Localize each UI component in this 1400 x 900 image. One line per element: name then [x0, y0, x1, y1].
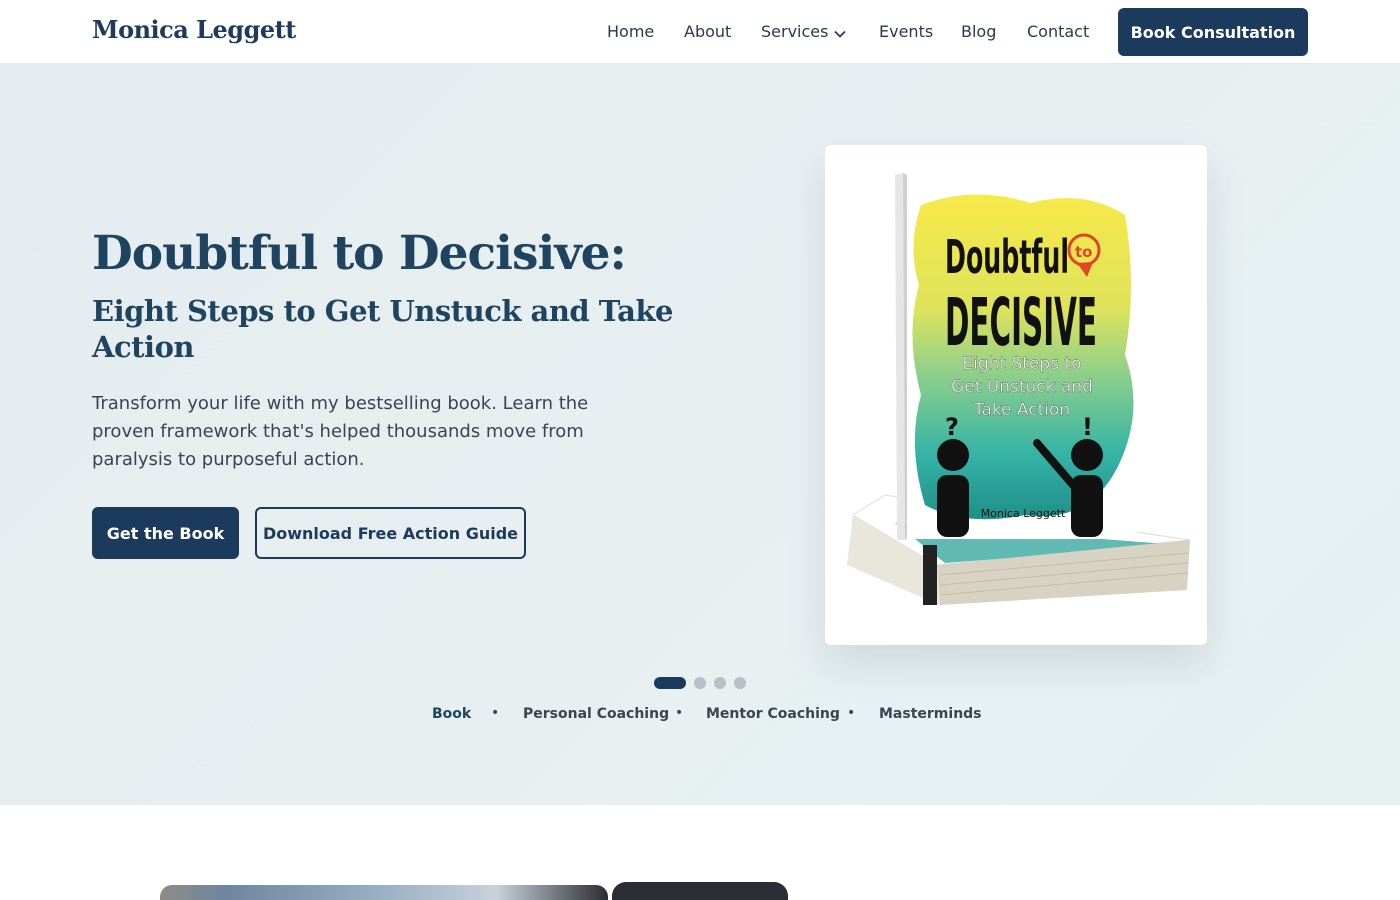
carousel-dot-1[interactable] [654, 677, 686, 689]
carousel-dot-3[interactable] [714, 677, 726, 689]
get-the-book-button[interactable]: Get the Book [92, 507, 239, 559]
nav-blog[interactable]: Blog [961, 22, 996, 41]
hero-subtitle: Eight Steps to Get Unstuck and Take Acti… [92, 294, 673, 364]
site-logo[interactable]: Monica Leggett [92, 15, 296, 44]
nav-contact[interactable]: Contact [1027, 22, 1089, 41]
section-photo-preview [160, 885, 608, 900]
svg-text:Eight Steps to: Eight Steps to [962, 354, 1081, 374]
hero-section: Doubtful to Decisive: Eight Steps to Get… [0, 64, 1400, 805]
book-cover-card: Doubtful to DECISIVE Eight Steps to Get … [825, 145, 1207, 645]
svg-text:Monica Leggett: Monica Leggett [981, 507, 1066, 520]
nav-about[interactable]: About [684, 22, 731, 41]
svg-text:to: to [1075, 243, 1092, 261]
chevron-down-icon [834, 23, 847, 42]
svg-text:Doubtful: Doubtful [945, 230, 1069, 284]
carousel-tab-personal-coaching[interactable]: Personal Coaching [523, 706, 669, 722]
hero-description: Transform your life with my bestselling … [92, 393, 589, 470]
svg-text:?: ? [945, 413, 959, 441]
navbar: Monica Leggett Home About Services Event… [0, 0, 1400, 64]
carousel-dot-4[interactable] [734, 677, 746, 689]
carousel-tab-mentor-coaching[interactable]: Mentor Coaching [706, 706, 840, 722]
carousel-dot-2[interactable] [694, 677, 706, 689]
carousel-tab-masterminds[interactable]: Masterminds [879, 706, 982, 722]
separator-dot: • [491, 705, 500, 721]
svg-text:DECISIVE: DECISIVE [945, 284, 1097, 361]
book-consultation-button[interactable]: Book Consultation [1118, 8, 1308, 56]
nav-home[interactable]: Home [607, 22, 654, 41]
section-device-preview [612, 882, 788, 900]
download-action-guide-button[interactable]: Download Free Action Guide [255, 507, 526, 559]
separator-dot: • [675, 705, 684, 721]
svg-text:Take Action: Take Action [973, 400, 1070, 420]
nav-services[interactable]: Services [761, 22, 847, 42]
nav-events[interactable]: Events [879, 22, 933, 41]
nav-services-label: Services [761, 22, 829, 41]
svg-text:Get Unstuck and: Get Unstuck and [951, 377, 1093, 397]
separator-dot: • [847, 705, 856, 721]
book-cover-image: Doubtful to DECISIVE Eight Steps to Get … [847, 173, 1191, 605]
carousel-tab-book[interactable]: Book [432, 706, 471, 722]
svg-text:!: ! [1082, 413, 1093, 441]
hero-title: Doubtful to Decisive: [92, 226, 627, 281]
